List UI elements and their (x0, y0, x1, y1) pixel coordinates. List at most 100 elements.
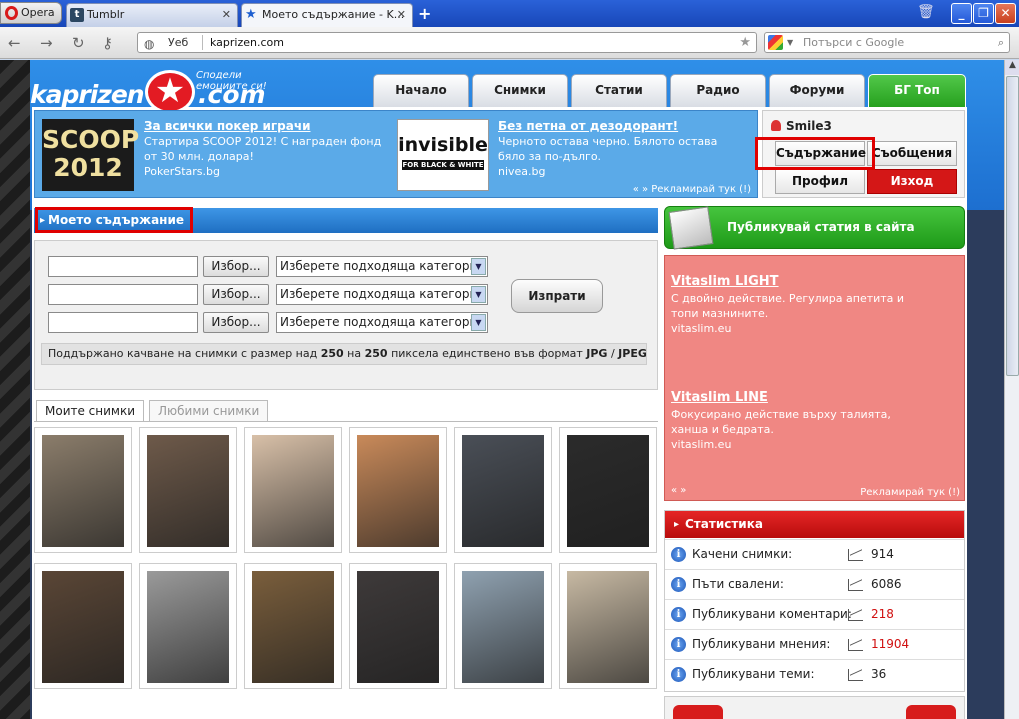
category-select-2[interactable]: Изберете подходяща категория ▼ (276, 284, 488, 305)
upload-notice: Поддържано качване на снимки с размер на… (41, 343, 647, 365)
publish-article-button[interactable]: Публикувай статия в сайта (664, 206, 965, 250)
vitaslim-light-title[interactable]: Vitaslim LIGHT (671, 274, 779, 289)
close-tab-icon[interactable]: ✕ (397, 4, 406, 26)
browser-tab-kaprizen[interactable]: ★ Моето съдържание - K... ✕ (241, 3, 413, 27)
search-field[interactable]: ▼ Потърси с Google ⌕ (764, 32, 1010, 53)
vitaslim-light-domain[interactable]: vitaslim.eu (671, 321, 921, 336)
nav-tab-radio[interactable]: Радио (670, 74, 766, 107)
page-scrollbar[interactable]: ▲ (1004, 60, 1019, 719)
photo-image (567, 435, 649, 547)
kaprizen-favicon-icon: ★ (245, 7, 257, 22)
previous-page-button[interactable] (673, 705, 723, 719)
site-logo[interactable]: kaprizen ★ .com Сподели емоциите си! (30, 70, 290, 114)
file-path-input-3[interactable] (48, 312, 198, 333)
google-logo-icon (768, 35, 783, 50)
browse-button-2[interactable]: Избор... (203, 284, 269, 305)
opera-menu-label: Opera (21, 6, 55, 19)
search-icon[interactable]: ⌕ (998, 33, 1004, 52)
photo-tabs-divider (34, 421, 658, 422)
minimize-window-button[interactable]: _ (951, 3, 972, 24)
nav-tab-forums[interactable]: Форуми (769, 74, 865, 107)
nivea-ad-body: Черното остава черно. Бялото остава бяло… (498, 135, 718, 163)
restore-window-button[interactable]: ❐ (973, 3, 994, 24)
stat-value: 36 (871, 667, 887, 681)
nivea-ad-text: Без петна от дезодорант! Черното остава … (498, 119, 738, 179)
stat-value-link[interactable]: 218 (871, 600, 894, 629)
browse-button-1[interactable]: Избор... (203, 256, 269, 277)
nivea-ad-title[interactable]: Без петна от дезодорант! (498, 119, 738, 134)
browse-button-3[interactable]: Избор... (203, 312, 269, 333)
advertise-here-link[interactable]: Рекламирай тук (!) (860, 487, 960, 498)
stat-row: i Публикувани теми: 36 (665, 659, 964, 689)
vitaslim-line-title[interactable]: Vitaslim LINE (671, 390, 768, 405)
tab-my-photos[interactable]: Моите снимки (36, 400, 145, 422)
key-icon[interactable]: ⚷ (102, 34, 113, 52)
address-field[interactable]: ◍ Уеб kaprizen.com ★ (137, 32, 757, 53)
scroll-up-icon[interactable]: ▲ (1005, 60, 1019, 75)
photo-thumbnail[interactable] (244, 563, 342, 689)
logout-button[interactable]: Изход (867, 169, 957, 194)
bookmark-star-icon[interactable]: ★ (739, 33, 751, 52)
next-page-button[interactable] (906, 705, 956, 719)
photo-image (462, 571, 544, 683)
scoop-ad-image[interactable]: SCOOP 2012 (42, 119, 139, 191)
photo-thumbnail[interactable] (559, 427, 657, 553)
notice-text: пиксела единствено във формат (387, 347, 587, 360)
photo-image (357, 571, 439, 683)
vitaslim-line-domain[interactable]: vitaslim.eu (671, 437, 921, 452)
back-arrow-icon[interactable]: ← (8, 34, 21, 52)
browser-tab-tumblr[interactable]: t Tumblr ✕ (66, 3, 238, 27)
photo-thumbnail[interactable] (559, 563, 657, 689)
stat-value-link[interactable]: 11904 (871, 630, 909, 659)
photo-thumbnail[interactable] (34, 563, 132, 689)
scoop-ad-domain[interactable]: PokerStars.bg (144, 164, 384, 179)
reload-icon[interactable]: ↻ (72, 34, 85, 52)
scoop-ad-title[interactable]: За всички покер играчи (144, 119, 384, 134)
nivea-ad-domain[interactable]: nivea.bg (498, 164, 738, 179)
tab-favorite-photos[interactable]: Любими снимки (149, 400, 269, 422)
file-path-input-2[interactable] (48, 284, 198, 305)
chevron-down-icon: ▼ (471, 286, 486, 303)
pagination-bar (664, 696, 965, 719)
nivea-ad-image[interactable]: invisible FOR BLACK & WHITE (397, 119, 489, 191)
nivea-image-text: invisible (398, 134, 488, 156)
category-select-value: Изберете подходяща категория (280, 259, 485, 273)
category-select-3[interactable]: Изберете подходяща категория ▼ (276, 312, 488, 333)
photo-thumbnail[interactable] (139, 563, 237, 689)
notice-text: на (343, 347, 365, 360)
nav-tab-photos[interactable]: Снимки (472, 74, 568, 107)
page-side-pattern (0, 60, 30, 719)
scrollbar-thumb[interactable] (1006, 76, 1019, 376)
photo-thumbnail[interactable] (454, 427, 552, 553)
send-button[interactable]: Изпрати (511, 279, 603, 313)
photo-thumbnail[interactable] (454, 563, 552, 689)
photo-thumbnail[interactable] (139, 427, 237, 553)
stat-row: i Публикувани коментари: 218 (665, 599, 964, 629)
photo-thumbnail[interactable] (34, 427, 132, 553)
trash-icon[interactable]: 🗑 (917, 4, 935, 21)
new-tab-button[interactable]: + (418, 4, 431, 23)
close-tab-icon[interactable]: ✕ (222, 4, 231, 26)
file-path-input-1[interactable] (48, 256, 198, 277)
category-select-1[interactable]: Изберете подходяща категория ▼ (276, 256, 488, 277)
close-window-button[interactable]: ✕ (995, 3, 1016, 24)
nav-tab-articles[interactable]: Статии (571, 74, 667, 107)
username: Smile3 (771, 119, 832, 133)
nav-tab-bg-top[interactable]: БГ Топ (868, 74, 966, 107)
address-scheme-label: Уеб (168, 36, 189, 49)
opera-menu-button[interactable]: Opera (0, 2, 62, 24)
advertise-here-link[interactable]: « » Рекламирай тук (!) (633, 184, 751, 195)
browser-address-bar: ← → ↻ ⚷ ◍ Уеб kaprizen.com ★ ▼ Потърси с… (0, 27, 1019, 59)
photo-thumbnail[interactable] (349, 427, 447, 553)
chevron-down-icon[interactable]: ▼ (787, 33, 793, 52)
forward-arrow-icon[interactable]: → (40, 34, 53, 52)
photo-thumbnail[interactable] (349, 563, 447, 689)
page-viewport: kaprizen ★ .com Сподели емоциите си! Нач… (0, 60, 1004, 719)
ad-carousel-arrows[interactable]: « » (671, 485, 686, 496)
photo-thumbnail[interactable] (244, 427, 342, 553)
messages-button[interactable]: Съобщения (867, 141, 957, 166)
category-select-value: Изберете подходяща категория (280, 287, 485, 301)
nav-tab-home[interactable]: Начало (373, 74, 469, 107)
profile-button[interactable]: Профил (775, 169, 865, 194)
stat-label: Публикувани теми: (692, 667, 815, 681)
